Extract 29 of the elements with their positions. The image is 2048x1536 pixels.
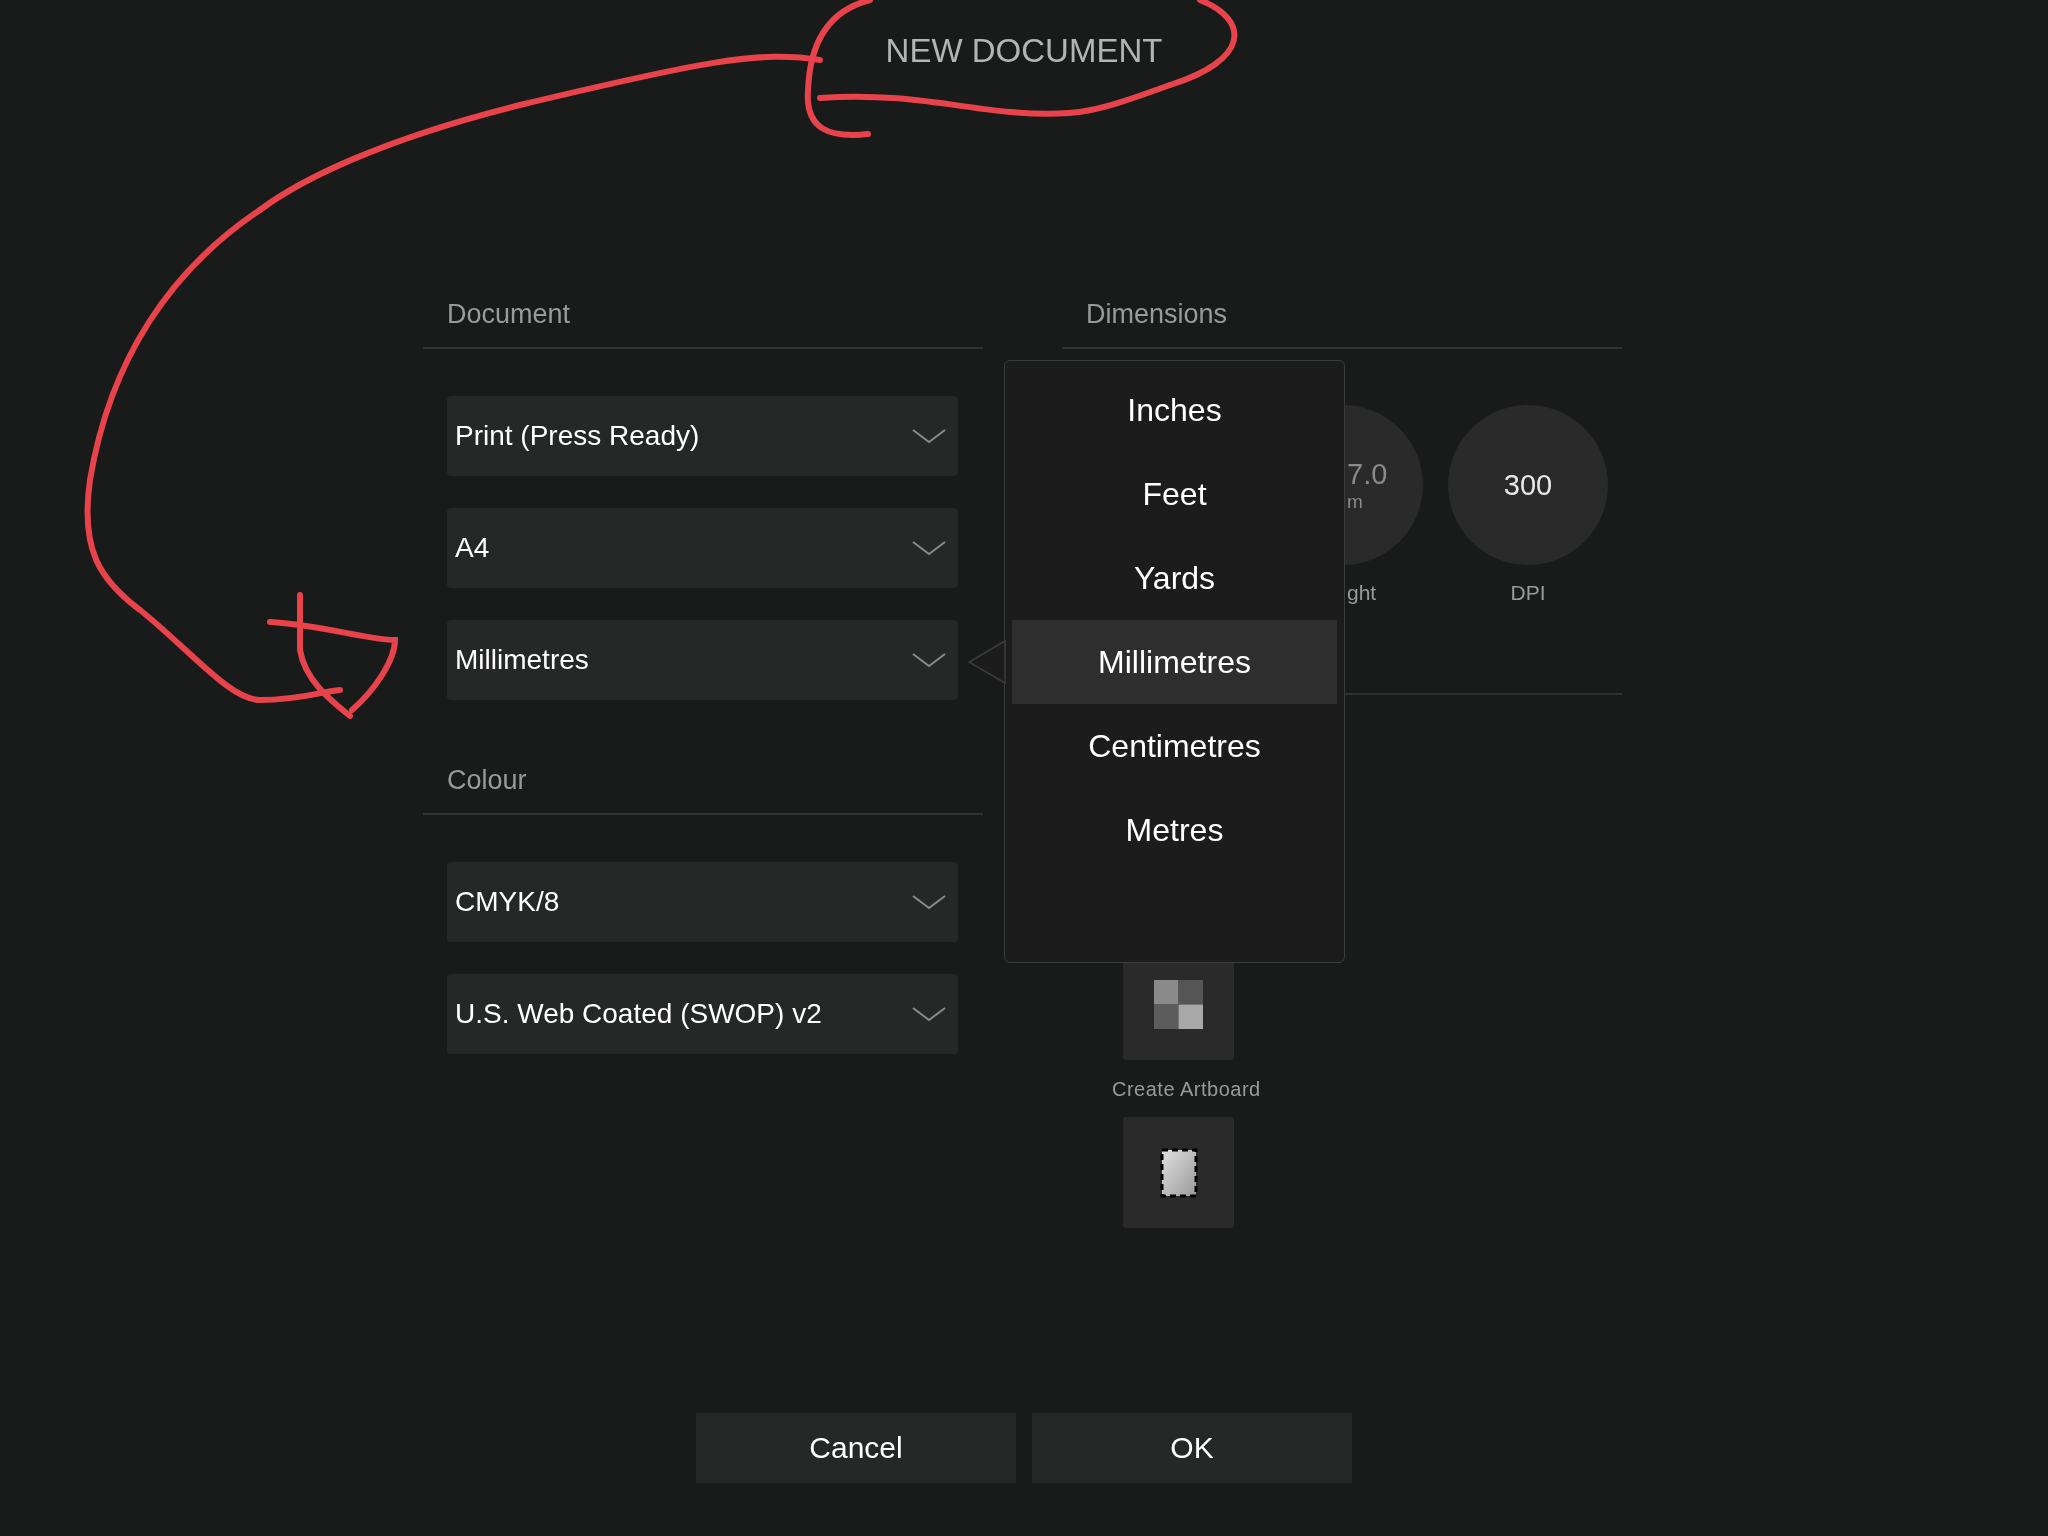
section-header: Dimensions <box>1086 299 1228 330</box>
window-title: NEW DOCUMENT <box>885 32 1163 70</box>
dropdown[interactable]: Millimetres <box>447 620 958 700</box>
menu-item[interactable]: Metres <box>1012 788 1337 872</box>
menu-item[interactable]: Millimetres <box>1012 620 1337 704</box>
value-dial[interactable]: 300 <box>1448 405 1608 565</box>
section-header: Document <box>447 299 571 330</box>
dropdown[interactable]: A4 <box>447 508 958 588</box>
chevron-down-icon <box>912 1006 946 1022</box>
dropdown[interactable]: CMYK/8 <box>447 862 958 942</box>
menu-item[interactable]: Centimetres <box>1012 704 1337 788</box>
option-label: Create Artboard <box>1112 1078 1261 1101</box>
menu-item[interactable]: Inches <box>1012 368 1337 452</box>
chevron-down-icon <box>912 428 946 444</box>
dialog-button[interactable]: Cancel <box>696 1413 1016 1483</box>
chevron-down-icon <box>912 652 946 668</box>
menu-item[interactable]: Yards <box>1012 536 1337 620</box>
checkerboard-icon <box>1154 980 1203 1029</box>
menu-item[interactable]: Feet <box>1012 452 1337 536</box>
chevron-down-icon <box>912 540 946 556</box>
dialog-button[interactable]: OK <box>1032 1413 1352 1483</box>
dial-label: DPI <box>1510 581 1546 605</box>
dashed-rectangle-icon <box>1159 1147 1198 1198</box>
dropdown[interactable]: Print (Press Ready) <box>447 396 958 476</box>
chevron-down-icon <box>912 894 946 910</box>
dropdown[interactable]: U.S. Web Coated (SWOP) v2 <box>447 974 958 1054</box>
dial-label: ght <box>1346 581 1377 605</box>
section-header: Colour <box>447 765 527 796</box>
artboard-button[interactable] <box>1123 1117 1234 1228</box>
